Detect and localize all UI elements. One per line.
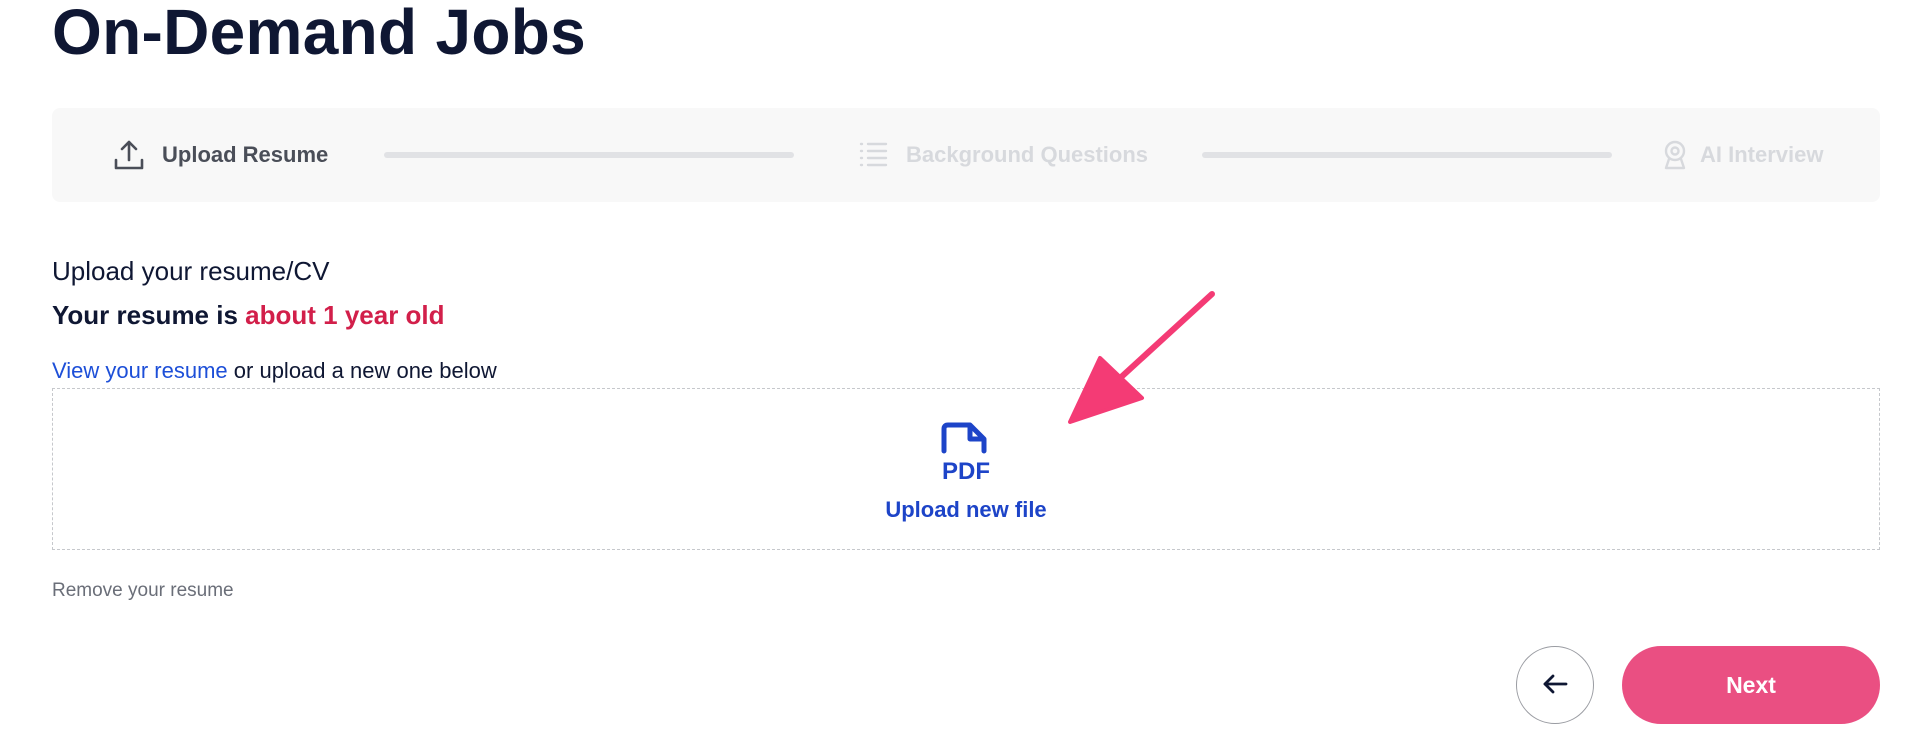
webcam-icon <box>1662 138 1688 172</box>
pdf-icon-text: PDF <box>942 458 990 485</box>
page-title: On-Demand Jobs <box>52 0 587 68</box>
resume-dropzone[interactable]: PDF Upload new file <box>52 388 1880 550</box>
resume-age-prefix: Your resume is <box>52 300 246 330</box>
remove-resume-link[interactable]: Remove your resume <box>52 580 234 602</box>
next-button[interactable]: Next <box>1622 646 1880 724</box>
arrow-left-icon <box>1541 673 1569 698</box>
pdf-file-icon: PDF <box>939 421 993 487</box>
back-button[interactable] <box>1516 646 1594 724</box>
step-upload-resume[interactable]: Upload Resume <box>112 108 328 202</box>
progress-stepper: Upload Resume Background Questions AI In… <box>52 108 1880 202</box>
list-icon <box>856 138 890 172</box>
step-label: AI Interview <box>1700 142 1824 167</box>
view-resume-suffix: or upload a new one below <box>227 358 497 383</box>
resume-age-line: Your resume is about 1 year old <box>52 300 445 331</box>
step-background-questions[interactable]: Background Questions <box>856 108 1148 202</box>
step-ai-interview[interactable]: AI Interview <box>1662 108 1823 202</box>
section-heading: Upload your resume/CV <box>52 256 330 286</box>
step-connector <box>384 152 794 158</box>
view-resume-line: View your resume or upload a new one bel… <box>52 358 497 384</box>
step-label: Background Questions <box>906 142 1149 167</box>
step-label: Upload Resume <box>162 142 329 167</box>
upload-icon <box>112 138 146 172</box>
resume-age-value: about 1 year old <box>245 300 445 330</box>
view-resume-link[interactable]: View your resume <box>52 358 228 383</box>
upload-new-file-label[interactable]: Upload new file <box>885 497 1046 523</box>
step-connector <box>1202 152 1612 158</box>
